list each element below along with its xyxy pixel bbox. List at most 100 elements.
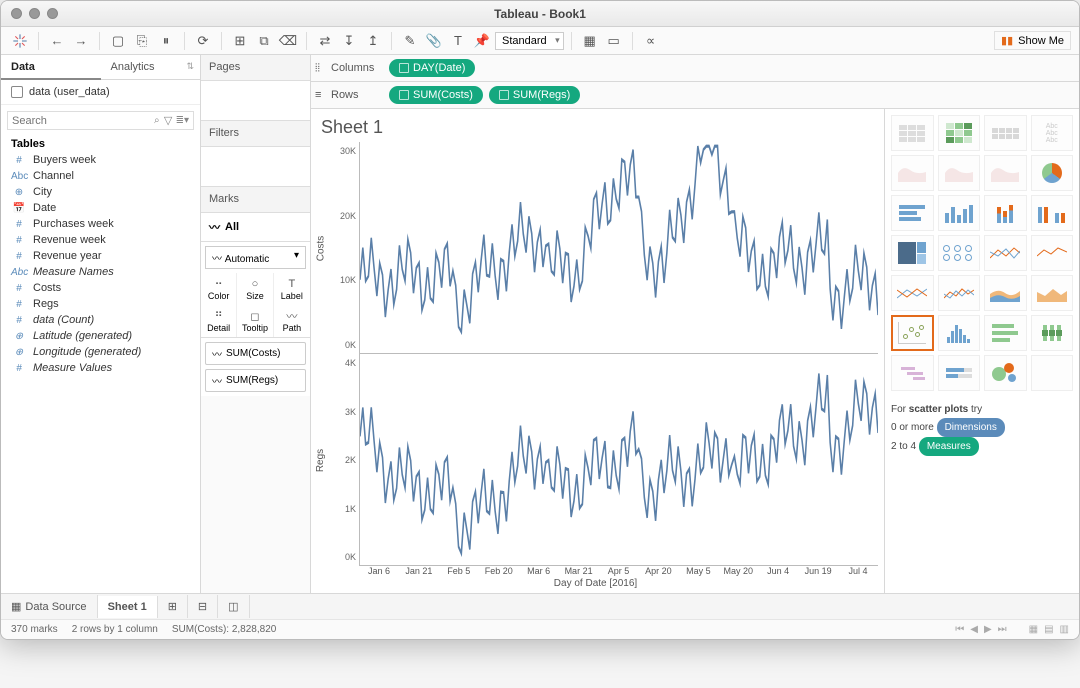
showme-gantt[interactable] <box>891 355 934 391</box>
forward-icon[interactable]: → <box>70 30 92 52</box>
showme-heat[interactable] <box>938 115 981 151</box>
marks-pill[interactable]: 〰SUM(Regs) <box>205 369 306 392</box>
save-icon[interactable]: ▢ <box>107 30 129 52</box>
new-story-button[interactable]: ◫ <box>218 595 249 618</box>
showme-boxh[interactable] <box>984 315 1027 351</box>
showme-hist[interactable] <box>938 315 981 351</box>
marks-pill[interactable]: 〰SUM(Costs) <box>205 342 306 365</box>
tab-sheet-1[interactable]: Sheet 1 <box>98 596 158 618</box>
pill[interactable]: SUM(Regs) <box>489 86 580 104</box>
label-icon[interactable]: T <box>447 30 469 52</box>
showme-highlight[interactable] <box>984 115 1027 151</box>
field-latitude-generated-[interactable]: ⊕Latitude (generated) <box>1 328 200 344</box>
columns-shelf[interactable]: ⦙⦙Columns DAY(Date) <box>311 55 1079 82</box>
field-data-count-[interactable]: #data (Count) <box>1 312 200 328</box>
showme-box[interactable] <box>1031 315 1074 351</box>
rows-shelf[interactable]: ≡Rows SUM(Costs)SUM(Regs) <box>311 82 1079 109</box>
view-toggle-icon[interactable]: ≣▾ <box>176 115 189 126</box>
sort-desc-icon[interactable]: ↥ <box>362 30 384 52</box>
new-sheet-icon[interactable]: ⊞ <box>229 30 251 52</box>
refresh-icon[interactable]: ⟳ <box>192 30 214 52</box>
filter-icon[interactable]: ▽ <box>164 114 172 127</box>
present-icon[interactable]: ▭ <box>603 30 625 52</box>
field-channel[interactable]: AbcChannel <box>1 168 200 184</box>
mark-color[interactable]: ⠒Color <box>201 273 237 305</box>
field-costs[interactable]: #Costs <box>1 280 200 296</box>
highlight-icon[interactable]: ✎ <box>399 30 421 52</box>
tab-data[interactable]: Data <box>1 55 101 79</box>
fit-selector[interactable]: Standard <box>495 32 564 50</box>
view-list-icon[interactable]: ▥ <box>1060 624 1069 635</box>
search-input[interactable] <box>12 115 154 127</box>
showme-circle[interactable] <box>938 235 981 271</box>
field-regs[interactable]: #Regs <box>1 296 200 312</box>
showme-scatter[interactable] <box>891 315 934 351</box>
datasource-row[interactable]: data (user_data) <box>1 80 200 105</box>
cards-icon[interactable]: ▦ <box>579 30 601 52</box>
view-grid-icon[interactable]: ▦ <box>1029 624 1038 635</box>
showme-table[interactable] <box>891 115 934 151</box>
field-measure-names[interactable]: AbcMeasure Names <box>1 264 200 280</box>
showme-line[interactable] <box>1031 235 1074 271</box>
marks-all[interactable]: 〰All <box>201 213 310 242</box>
nav-prev-icon[interactable]: ◀ <box>970 624 978 635</box>
field-purchases-week[interactable]: #Purchases week <box>1 216 200 232</box>
new-dashboard-button[interactable]: ⊟ <box>188 595 218 618</box>
mark-tooltip[interactable]: ◻Tooltip <box>237 305 273 337</box>
field-revenue-year[interactable]: #Revenue year <box>1 248 200 264</box>
chart-regs[interactable]: Regs 4K3K2K1K0K <box>313 354 878 566</box>
duplicate-icon[interactable]: ⧉ <box>253 30 275 52</box>
tab-analytics[interactable]: Analytics <box>101 55 201 79</box>
chart-costs[interactable]: Costs 30K20K10K0K <box>313 142 878 354</box>
field-measure-values[interactable]: #Measure Values <box>1 360 200 376</box>
nav-next-icon[interactable]: ▶ <box>984 624 992 635</box>
showme-sidebar[interactable] <box>1031 195 1074 231</box>
mark-type-selector[interactable]: 〰 Automatic▾ <box>205 246 306 269</box>
showme-text[interactable]: AbcAbcAbc <box>1031 115 1074 151</box>
mark-detail[interactable]: ⠛Detail <box>201 305 237 337</box>
showme-pie[interactable] <box>1031 155 1074 191</box>
showme-area[interactable] <box>984 275 1027 311</box>
field-revenue-week[interactable]: #Revenue week <box>1 232 200 248</box>
field-city[interactable]: ⊕City <box>1 184 200 200</box>
field-buyers-week[interactable]: #Buyers week <box>1 152 200 168</box>
pages-shelf[interactable] <box>201 81 310 121</box>
showme-lines[interactable] <box>938 275 981 311</box>
new-worksheet-button[interactable]: ⊞ <box>158 595 188 618</box>
tableau-logo-icon[interactable] <box>9 30 31 52</box>
showme-hbar[interactable] <box>891 195 934 231</box>
back-icon[interactable]: ← <box>46 30 68 52</box>
showme-map-sym[interactable] <box>891 155 934 191</box>
share-icon[interactable]: ∝ <box>640 30 662 52</box>
view-filmstrip-icon[interactable]: ▤ <box>1044 624 1053 635</box>
pill[interactable]: SUM(Costs) <box>389 86 483 104</box>
mark-label[interactable]: TLabel <box>274 273 310 305</box>
field-date[interactable]: 📅Date <box>1 200 200 216</box>
showme-sideline[interactable] <box>984 235 1027 271</box>
showme-bullet[interactable] <box>938 355 981 391</box>
clear-icon[interactable]: ⌫ <box>277 30 299 52</box>
showme-bar[interactable] <box>938 195 981 231</box>
field-longitude-generated-[interactable]: ⊕Longitude (generated) <box>1 344 200 360</box>
nav-last-icon[interactable]: ⏭ <box>998 624 1007 635</box>
showme-map-dense[interactable] <box>984 155 1027 191</box>
tab-data-source[interactable]: ▦Data Source <box>1 595 98 618</box>
mark-path[interactable]: 〰Path <box>274 305 310 337</box>
group-icon[interactable]: 📎 <box>423 30 445 52</box>
filters-shelf[interactable] <box>201 147 310 187</box>
mark-size[interactable]: ○Size <box>237 273 273 305</box>
search-field[interactable]: ⌕ ▽ ≣▾ <box>7 111 194 130</box>
sheet-title[interactable]: Sheet 1 <box>313 113 878 142</box>
showme-tree[interactable] <box>891 235 934 271</box>
new-data-icon[interactable]: ⎘ <box>131 30 153 52</box>
pause-icon[interactable]: ⏸ <box>155 30 177 52</box>
showme-dual-line[interactable] <box>891 275 934 311</box>
showme-map-fill[interactable] <box>938 155 981 191</box>
show-me-button[interactable]: ▮▮ Show Me <box>994 31 1071 50</box>
pin-icon[interactable]: 📌 <box>471 30 493 52</box>
nav-first-icon[interactable]: ⏮ <box>955 624 964 635</box>
showme-area-disc[interactable] <box>1031 275 1074 311</box>
showme-stacked[interactable] <box>984 195 1027 231</box>
swap-icon[interactable]: ⇄ <box>314 30 336 52</box>
pill[interactable]: DAY(Date) <box>389 59 475 77</box>
